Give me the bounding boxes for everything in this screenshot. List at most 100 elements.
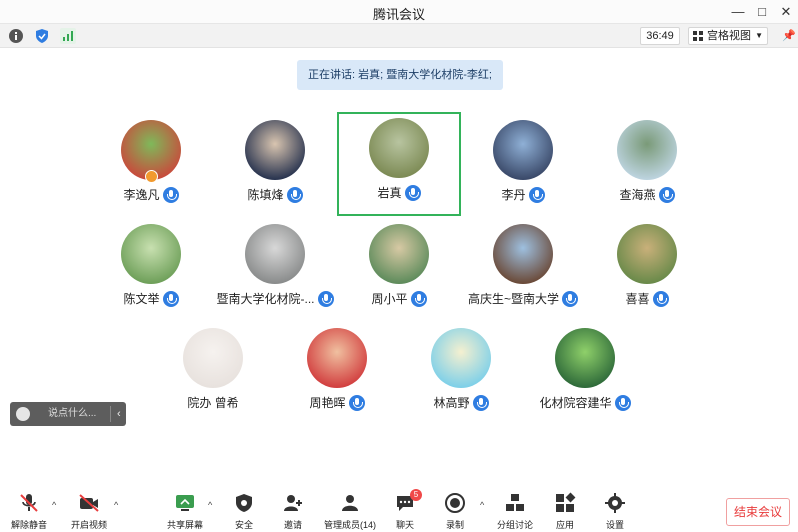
- view-mode-label: 宫格视图: [707, 30, 751, 42]
- participant-tile[interactable]: 李逸凡: [89, 116, 213, 216]
- participant-name-row: 岩真: [339, 184, 459, 201]
- chat-label: 聊天: [395, 520, 414, 530]
- minimize-button[interactable]: —: [728, 2, 748, 22]
- participant-name: 化材院容建华: [539, 396, 612, 410]
- apps-button[interactable]: 应用: [540, 492, 590, 532]
- title-bar: 腾讯会议 — □ ✕: [0, 0, 798, 24]
- microphone-icon: [162, 186, 179, 203]
- participant-name-row: 周小平: [337, 290, 461, 307]
- participant-name-row: 陈填烽: [213, 186, 337, 203]
- unmute-button[interactable]: 解除静音: [4, 492, 54, 532]
- unmute-label: 解除静音: [10, 520, 47, 530]
- emoji-icon[interactable]: [16, 407, 30, 421]
- participant-name-row: 高庆生~暨南大学: [461, 290, 585, 307]
- participant-tile[interactable]: 岩真: [337, 112, 461, 216]
- participant-name: 陈填烽: [247, 188, 284, 202]
- participant-tile[interactable]: 喜喜: [585, 220, 709, 320]
- apps-icon: [556, 492, 576, 512]
- chevron-up-icon[interactable]: ^: [52, 500, 56, 510]
- breakout-label: 分组讨论: [496, 520, 533, 530]
- chat-button[interactable]: 5 聊天: [380, 489, 430, 532]
- participant-name: 李丹: [501, 188, 526, 202]
- microphone-icon: [614, 394, 631, 411]
- chevron-left-icon[interactable]: ‹: [117, 402, 121, 426]
- microphone-icon: [528, 186, 545, 203]
- video-label: 开启视频: [70, 520, 107, 530]
- security-button[interactable]: 安全: [219, 492, 269, 532]
- participant-tile[interactable]: 周小平: [337, 220, 461, 320]
- record-button[interactable]: 录制: [430, 492, 480, 532]
- chevron-up-icon[interactable]: ^: [208, 500, 212, 510]
- participant-name-row: 化材院容建华: [523, 394, 647, 411]
- participant-name-row: 李丹: [461, 186, 585, 203]
- share-screen-button[interactable]: 共享屏幕: [160, 492, 210, 532]
- microphone-icon: [562, 290, 578, 307]
- participant-tile[interactable]: 院办 曾希: [151, 324, 275, 424]
- chat-badge: 5: [410, 489, 422, 501]
- video-button[interactable]: 开启视频: [64, 492, 114, 532]
- avatar: [617, 120, 677, 180]
- participant-tile[interactable]: 高庆生~暨南大学: [461, 220, 585, 320]
- participant-name: 李逸凡: [123, 188, 160, 202]
- share-screen-icon: [176, 495, 194, 511]
- close-button[interactable]: ✕: [776, 2, 796, 22]
- breakout-button[interactable]: 分组讨论: [490, 492, 540, 532]
- participant-name: 查海燕: [619, 188, 656, 202]
- avatar: [369, 118, 429, 178]
- share-screen-label: 共享屏幕: [166, 520, 203, 530]
- video-off-icon: [79, 494, 99, 512]
- participant-name-row: 院办 曾希: [151, 394, 275, 411]
- view-mode-select[interactable]: 宫格视图 ▼: [688, 27, 768, 45]
- participant-name: 周小平: [371, 292, 408, 306]
- participant-name: 暨南大学化材院-...: [216, 292, 315, 306]
- speaking-banner: 正在讲话: 岩真; 暨南大学化材院-李红;: [297, 60, 503, 90]
- participant-tile[interactable]: 陈填烽: [213, 116, 337, 216]
- participant-tile[interactable]: 林高野: [399, 324, 523, 424]
- microphone-icon: [410, 290, 427, 307]
- participant-tile[interactable]: 暨南大学化材院-...: [213, 220, 337, 320]
- participant-name: 周艳晖: [309, 396, 346, 410]
- participant-tile[interactable]: 化材院容建华: [523, 324, 647, 424]
- chat-quick-input[interactable]: 说点什么... ‹: [10, 402, 126, 426]
- end-meeting-button[interactable]: 结束会议: [726, 498, 790, 526]
- avatar: [245, 224, 305, 284]
- record-icon: [445, 493, 465, 513]
- participant-name-row: 陈文举: [89, 290, 213, 307]
- signal-icon[interactable]: [60, 28, 76, 44]
- shield-icon[interactable]: [34, 28, 50, 44]
- participant-name: 陈文举: [123, 292, 160, 306]
- avatar: [369, 224, 429, 284]
- participant-tile[interactable]: 陈文举: [89, 220, 213, 320]
- maximize-button[interactable]: □: [752, 2, 772, 22]
- participant-name: 林高野: [433, 396, 470, 410]
- participant-tile[interactable]: 李丹: [461, 116, 585, 216]
- invite-icon: [284, 495, 302, 511]
- participant-tile[interactable]: 查海燕: [585, 116, 709, 216]
- settings-button[interactable]: 设置: [590, 492, 640, 532]
- participant-name-row: 李逸凡: [89, 186, 213, 203]
- top-toolbar: 36:49 宫格视图 ▼ 📌: [0, 24, 798, 48]
- apps-label: 应用: [555, 520, 574, 530]
- avatar: [555, 328, 615, 388]
- microphone-icon: [472, 394, 489, 411]
- participant-tile[interactable]: 周艳晖: [275, 324, 399, 424]
- pin-icon[interactable]: 📌: [782, 27, 796, 45]
- invite-label: 邀请: [283, 520, 302, 530]
- chevron-down-icon: ▼: [755, 31, 763, 40]
- avatar: [493, 120, 553, 180]
- avatar: [307, 328, 367, 388]
- avatar: [121, 224, 181, 284]
- info-icon[interactable]: [8, 28, 24, 44]
- chevron-up-icon[interactable]: ^: [114, 500, 118, 510]
- avatar: [617, 224, 677, 284]
- invite-button[interactable]: 邀请: [268, 492, 318, 532]
- avatar: [431, 328, 491, 388]
- manage-members-button[interactable]: 管理成员(14): [322, 492, 378, 532]
- microphone-icon: [652, 290, 669, 307]
- avatar: [183, 328, 243, 388]
- chevron-up-icon[interactable]: ^: [480, 500, 484, 510]
- participant-name-row: 林高野: [399, 394, 523, 411]
- members-label: 管理成员(14): [323, 520, 376, 530]
- participant-name: 高庆生~暨南大学: [467, 292, 559, 306]
- meeting-timer: 36:49: [640, 27, 680, 45]
